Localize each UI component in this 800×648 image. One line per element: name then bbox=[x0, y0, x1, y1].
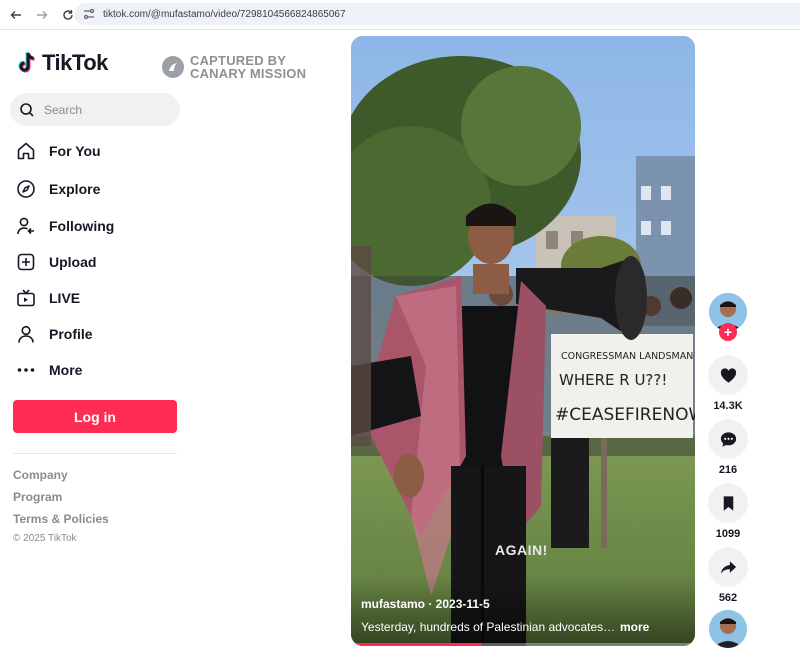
video-description: Yesterday, hundreds of Palestinian advoc… bbox=[361, 620, 616, 634]
compass-icon bbox=[16, 179, 36, 199]
save-button[interactable] bbox=[708, 483, 748, 523]
creator-avatar-bottom[interactable] bbox=[709, 610, 747, 648]
video-overlay-text: AGAIN! bbox=[495, 542, 548, 558]
url-text: tiktok.com/@mufastamo/video/729810456682… bbox=[103, 8, 346, 20]
sidebar-divider bbox=[13, 453, 177, 454]
nav-label: Following bbox=[49, 218, 115, 234]
canary-seal-icon bbox=[162, 56, 184, 78]
following-icon bbox=[16, 216, 36, 236]
share-button[interactable] bbox=[708, 547, 748, 587]
logo-text: TikTok bbox=[42, 50, 108, 75]
forward-icon[interactable] bbox=[32, 5, 52, 25]
sign-line2: WHERE R U??! bbox=[559, 371, 667, 389]
login-button[interactable]: Log in bbox=[13, 400, 177, 433]
sign-line3: #CEASEFIRENOW bbox=[555, 405, 695, 425]
comment-button[interactable] bbox=[708, 419, 748, 459]
share-arrow-icon bbox=[720, 560, 736, 574]
profile-icon bbox=[16, 324, 36, 344]
video-progress-fill bbox=[351, 643, 482, 646]
tiktok-note-icon bbox=[18, 51, 35, 73]
bookmark-icon bbox=[723, 495, 733, 511]
footer-company-link[interactable]: Company bbox=[13, 468, 68, 482]
live-icon bbox=[16, 288, 36, 308]
share-count: 562 bbox=[718, 592, 738, 604]
search-icon bbox=[20, 102, 34, 117]
footer-terms-link[interactable]: Terms & Policies bbox=[13, 512, 109, 526]
caption-gradient bbox=[351, 576, 695, 646]
nav-label: LIVE bbox=[49, 290, 81, 306]
like-count: 14.3K bbox=[713, 400, 743, 412]
nav-more[interactable]: More bbox=[16, 358, 82, 382]
nav-following[interactable]: Following bbox=[16, 214, 114, 238]
nav-for-you[interactable]: For You bbox=[16, 139, 101, 163]
video-progress-bar[interactable] bbox=[351, 643, 695, 646]
browser-toolbar: tiktok.com/@mufastamo/video/729810456682… bbox=[0, 0, 800, 30]
canary-mission-watermark: CAPTURED BY CANARY MISSION bbox=[162, 54, 306, 80]
nav-label: Profile bbox=[49, 326, 93, 342]
nav-upload[interactable]: Upload bbox=[16, 250, 96, 274]
copyright-text: © 2025 TikTok bbox=[13, 533, 77, 544]
video-player[interactable]: CONGRESSMAN LANDSMAN WHERE R U??! #CEASE… bbox=[351, 36, 695, 646]
back-icon[interactable] bbox=[6, 5, 26, 25]
home-icon bbox=[16, 141, 36, 161]
tiktok-logo[interactable]: TikTok bbox=[16, 50, 108, 76]
nav-label: More bbox=[49, 362, 83, 378]
more-icon bbox=[16, 360, 36, 380]
follow-plus-button[interactable]: + bbox=[719, 323, 737, 341]
search-input[interactable] bbox=[44, 102, 164, 117]
upload-icon bbox=[16, 252, 36, 272]
comment-icon bbox=[720, 431, 736, 447]
sign-line1: CONGRESSMAN LANDSMAN bbox=[561, 351, 693, 362]
nav-label: For You bbox=[49, 143, 101, 159]
nav-label: Explore bbox=[49, 181, 101, 197]
nav-explore[interactable]: Explore bbox=[16, 177, 100, 201]
search-box[interactable] bbox=[10, 93, 180, 126]
watermark-line2: CANARY MISSION bbox=[190, 66, 307, 81]
sidebar: TikTok For You Explore Following Upload … bbox=[0, 30, 200, 648]
footer-program-link[interactable]: Program bbox=[13, 490, 62, 504]
comment-count: 216 bbox=[718, 464, 738, 476]
description-more-link[interactable]: more bbox=[620, 620, 649, 634]
site-settings-icon[interactable] bbox=[82, 7, 96, 21]
address-bar[interactable]: tiktok.com/@mufastamo/video/729810456682… bbox=[74, 3, 800, 25]
video-author-date[interactable]: mufastamo · 2023-11-5 bbox=[361, 597, 490, 611]
nav-label: Upload bbox=[49, 254, 97, 270]
heart-icon bbox=[720, 367, 736, 383]
save-count: 1099 bbox=[715, 528, 741, 540]
nav-profile[interactable]: Profile bbox=[16, 322, 93, 346]
nav-live[interactable]: LIVE bbox=[16, 286, 80, 310]
like-button[interactable] bbox=[708, 355, 748, 395]
